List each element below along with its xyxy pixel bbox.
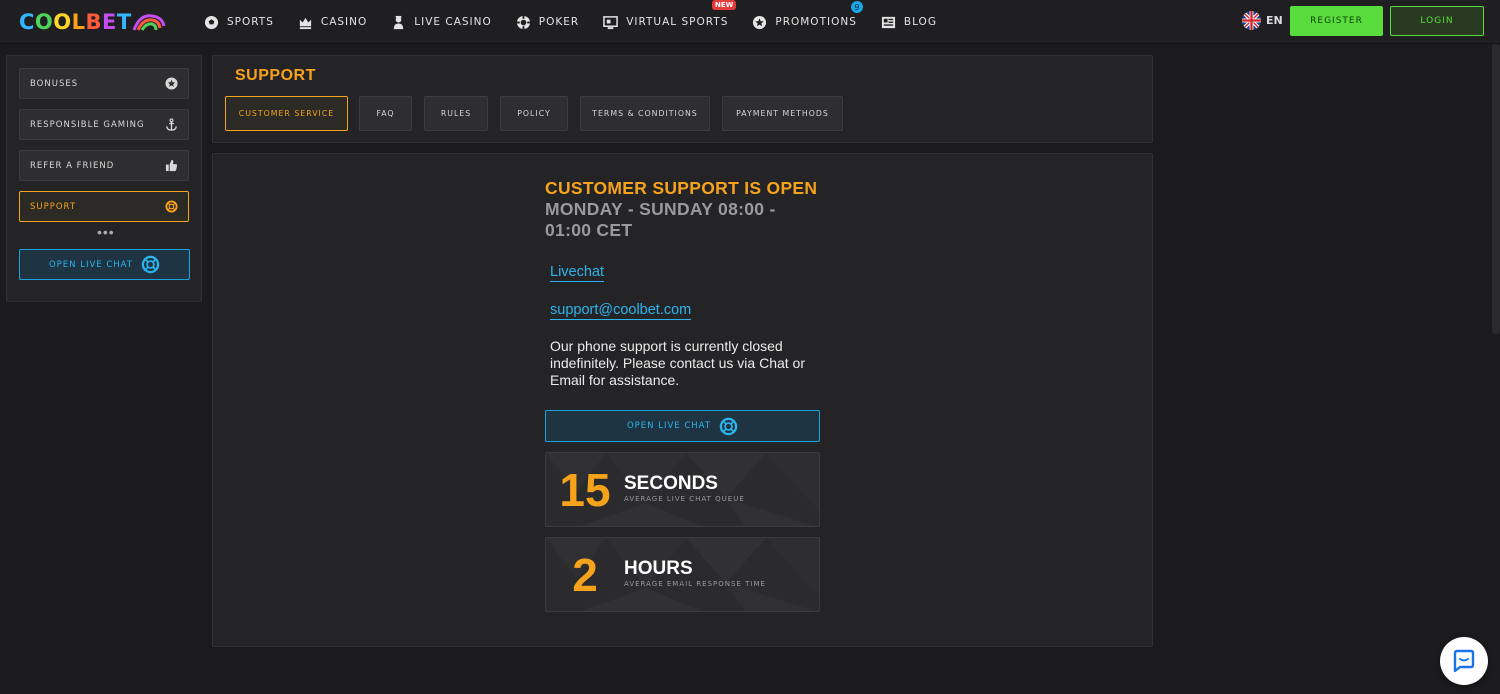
nav-blog[interactable]: BLOG [881, 0, 937, 44]
sidebar-item-refer-a-friend[interactable]: REFER A FRIEND [19, 150, 189, 181]
tab-terms-conditions[interactable]: TERMS & CONDITIONS [580, 96, 710, 131]
main-nav: SPORTS CASINO LIVE CASINO POKER VIRTUAL … [204, 0, 961, 44]
newspaper-icon [881, 16, 895, 28]
uk-flag-icon [1242, 11, 1261, 30]
stat-unit: SECONDS [624, 473, 718, 494]
login-button[interactable]: LOGIN [1390, 6, 1484, 36]
support-header-panel: SUPPORT CUSTOMER SERVICE FAQ RULES POLIC… [212, 55, 1153, 143]
star-icon [753, 15, 767, 29]
stat-email-response: 2 HOURS AVERAGE EMAIL RESPONSE TIME [545, 537, 820, 612]
support-email-link[interactable]: support@coolbet.com [550, 302, 692, 320]
anchor-icon [166, 118, 177, 131]
monitor-icon [603, 15, 619, 29]
lifebuoy-icon [165, 200, 178, 213]
sidebar-item-label: BONUSES [30, 78, 79, 89]
sidebar-item-label: RESPONSIBLE GAMING [30, 119, 145, 130]
account-sidebar: BONUSES RESPONSIBLE GAMING REFER A FRIEN… [6, 55, 202, 302]
livechat-link[interactable]: Livechat [550, 264, 605, 282]
top-header: COOLBET SPORTS CASINO LIVE CASINO POKER … [0, 0, 1500, 44]
sidebar-item-support[interactable]: SUPPORT [19, 191, 189, 222]
more-dots[interactable]: ••• [97, 225, 115, 239]
stat-description: AVERAGE EMAIL RESPONSE TIME [624, 580, 766, 588]
nav-blog-label: BLOG [903, 16, 937, 28]
stat-chat-queue: 15 SECONDS AVERAGE LIVE CHAT QUEUE [545, 452, 820, 527]
sidebar-item-bonuses[interactable]: BONUSES [19, 68, 189, 99]
open-live-chat-button[interactable]: OPEN LIVE CHAT [19, 249, 190, 280]
chat-button-label: OPEN LIVE CHAT [48, 259, 134, 270]
poker-chip-icon [516, 15, 530, 29]
slot-crown-icon [299, 17, 311, 29]
sidebar-item-responsible-gaming[interactable]: RESPONSIBLE GAMING [19, 109, 189, 140]
sidebar-item-label: REFER A FRIEND [30, 160, 115, 171]
nav-virtual-sports[interactable]: VIRTUAL SPORTS NEW [603, 0, 737, 44]
open-live-chat-button[interactable]: OPEN LIVE CHAT [545, 410, 820, 442]
stat-number: 2 [572, 549, 598, 601]
support-hours: MONDAY - SUNDAY 08:00 - 01:00 CET [545, 199, 776, 240]
language-code: EN [1266, 14, 1283, 27]
chat-widget-button[interactable] [1440, 637, 1488, 685]
star-circle-icon [165, 77, 178, 90]
dealer-icon [394, 15, 404, 29]
chameleon-mark-icon [132, 14, 166, 31]
page-scrollbar[interactable] [1492, 44, 1500, 334]
lifebuoy-icon [141, 255, 160, 274]
nav-live-casino-label: LIVE CASINO [414, 16, 492, 28]
tab-faq[interactable]: FAQ [359, 96, 412, 131]
nav-promotions[interactable]: PROMOTIONS 9 [752, 0, 863, 44]
stat-unit: HOURS [624, 558, 693, 579]
nav-casino[interactable]: CASINO [298, 0, 367, 44]
nav-poker[interactable]: POKER [516, 0, 579, 44]
logo-wordmark: COOLBET [19, 10, 132, 34]
coolbet-logo[interactable]: COOLBET [19, 10, 166, 34]
tab-customer-service[interactable]: CUSTOMER SERVICE [225, 96, 348, 131]
lifebuoy-icon [719, 417, 738, 435]
tab-payment-methods[interactable]: PAYMENT METHODS [722, 96, 843, 131]
customer-service-panel: CUSTOMER SUPPORT IS OPEN MONDAY - SUNDAY… [212, 153, 1153, 647]
register-button[interactable]: REGISTER [1290, 6, 1383, 36]
support-open-heading: CUSTOMER SUPPORT IS OPEN [545, 178, 818, 198]
soccer-ball-icon [204, 15, 219, 29]
chat-bubble-icon [1453, 649, 1475, 673]
tab-policy[interactable]: POLICY [500, 96, 568, 131]
nav-promotions-label: PROMOTIONS [775, 16, 857, 28]
stat-description: AVERAGE LIVE CHAT QUEUE [624, 495, 745, 503]
nav-sports[interactable]: SPORTS [204, 0, 274, 44]
page-title: SUPPORT [235, 67, 316, 84]
nav-sports-label: SPORTS [227, 16, 274, 28]
new-badge: NEW [711, 0, 737, 10]
nav-casino-label: CASINO [320, 16, 368, 28]
thumbs-up-icon [165, 159, 178, 172]
language-selector[interactable]: EN [1242, 11, 1283, 30]
promotions-count-badge: 9 [850, 1, 863, 13]
stat-number: 15 [559, 464, 611, 516]
chat-button-label: OPEN LIVE CHAT [626, 421, 712, 431]
nav-live-casino[interactable]: LIVE CASINO [391, 0, 492, 44]
sidebar-item-label: SUPPORT [30, 201, 77, 212]
phone-support-notice: Our phone support is currently closed in… [550, 338, 805, 388]
nav-poker-label: POKER [538, 16, 580, 28]
nav-virtual-sports-label: VIRTUAL SPORTS [626, 16, 729, 28]
tab-rules[interactable]: RULES [424, 96, 488, 131]
